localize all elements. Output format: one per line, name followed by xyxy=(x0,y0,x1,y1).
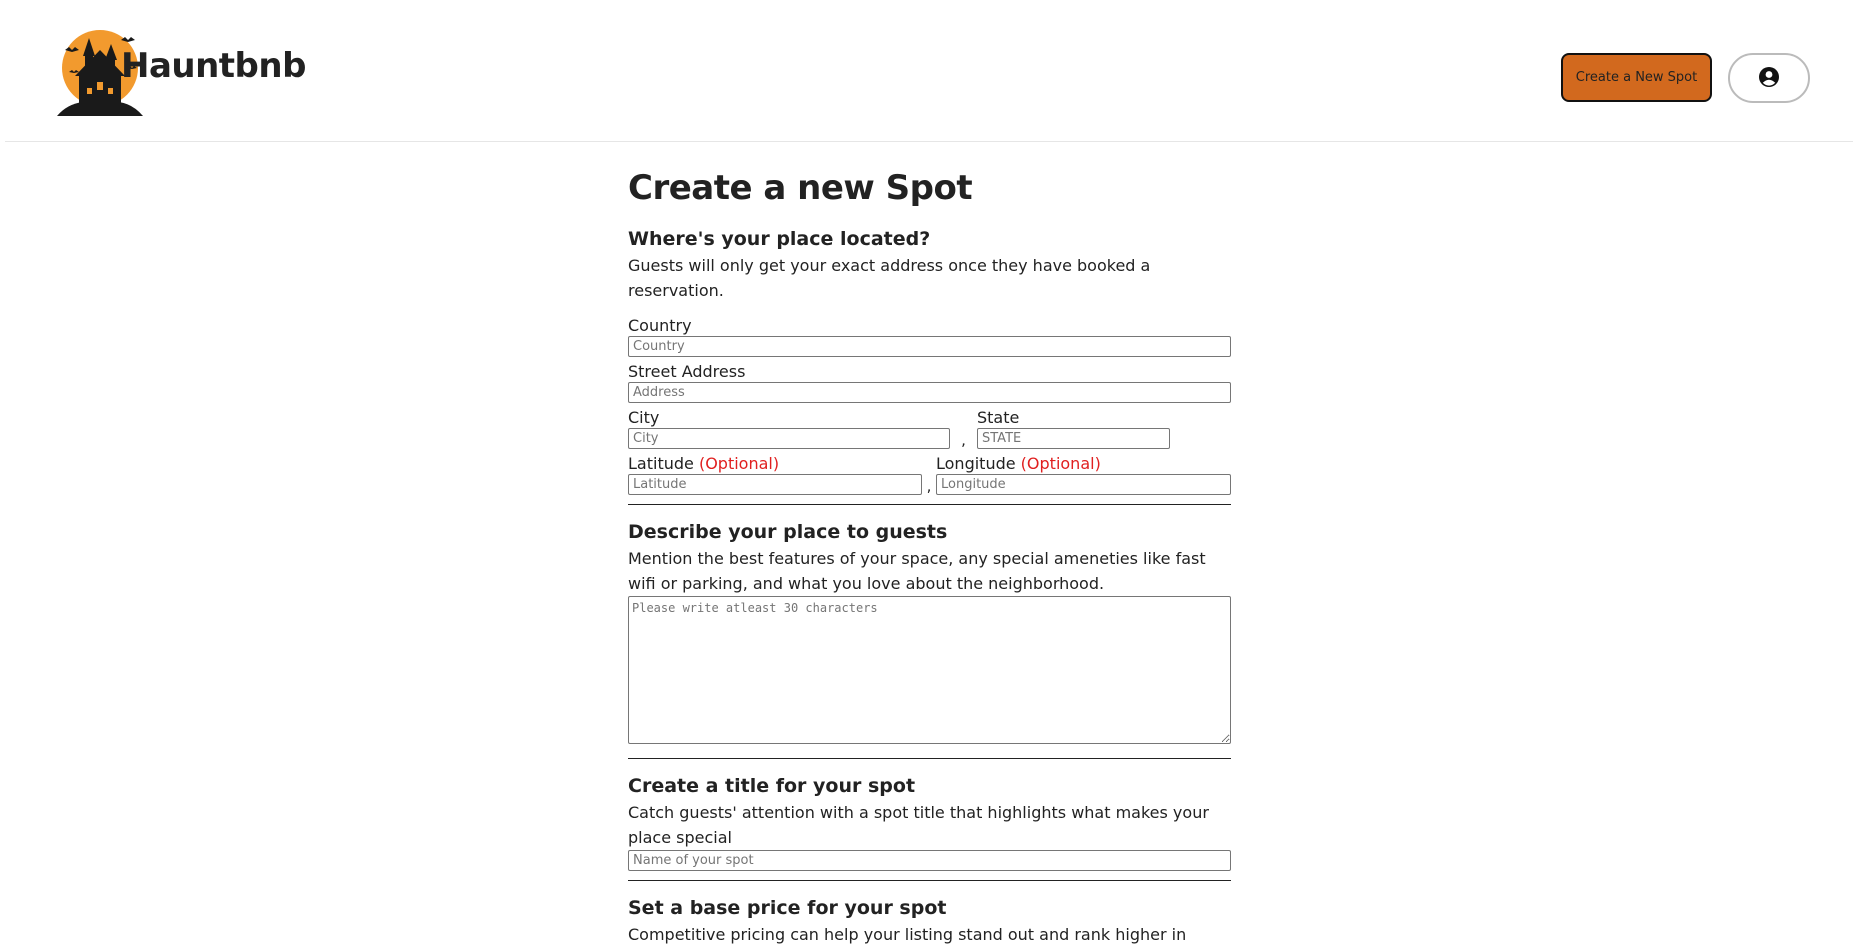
street-address-input[interactable] xyxy=(628,382,1231,403)
title-description: Catch guests' attention with a spot titl… xyxy=(628,803,1209,847)
latitude-label: Latitude (Optional) xyxy=(628,453,922,474)
location-section: Where's your place located? Guests will … xyxy=(628,226,1231,495)
brand-name: Hauntbnb xyxy=(121,46,306,86)
section-divider xyxy=(628,758,1231,759)
latitude-input[interactable] xyxy=(628,474,922,495)
city-state-row: City , State xyxy=(628,407,1231,449)
longitude-label-text: Longitude xyxy=(936,454,1016,473)
country-label: Country xyxy=(628,316,692,335)
title-heading: Create a title for your spot xyxy=(628,775,916,797)
description-heading: Describe your place to guests xyxy=(628,521,948,543)
price-heading: Set a base price for your spot xyxy=(628,897,947,919)
city-input[interactable] xyxy=(628,428,950,449)
longitude-input[interactable] xyxy=(936,474,1231,495)
longitude-optional-tag: (Optional) xyxy=(1020,454,1101,473)
description-textarea[interactable] xyxy=(628,596,1231,744)
section-divider xyxy=(628,880,1231,881)
state-input[interactable] xyxy=(977,428,1170,449)
description-description: Mention the best features of your space,… xyxy=(628,549,1206,593)
city-field: City xyxy=(628,407,950,449)
description-section: Describe your place to guests Mention th… xyxy=(628,519,1231,744)
latitude-label-text: Latitude xyxy=(628,454,694,473)
state-field: State xyxy=(977,407,1170,449)
price-section: Set a base price for your spot Competiti… xyxy=(628,895,1231,947)
profile-menu-button[interactable] xyxy=(1728,53,1810,103)
street-address-label: Street Address xyxy=(628,362,746,381)
lat-lng-separator: , xyxy=(926,477,932,495)
location-heading: Where's your place located? xyxy=(628,228,931,250)
top-nav-bar: Hauntbnb Create a New Spot xyxy=(5,0,1853,142)
page-title: Create a new Spot xyxy=(628,168,973,208)
section-divider xyxy=(628,504,1231,505)
title-section: Create a title for your spot Catch guest… xyxy=(628,773,1231,871)
longitude-label: Longitude (Optional) xyxy=(936,453,1231,474)
user-circle-icon xyxy=(1759,66,1779,90)
country-input[interactable] xyxy=(628,336,1231,357)
city-label: City xyxy=(628,408,660,427)
latitude-optional-tag: (Optional) xyxy=(698,454,780,473)
latitude-field: Latitude (Optional) xyxy=(628,453,922,495)
lat-lng-row: Latitude (Optional) , Longitude (Optiona… xyxy=(628,453,1231,495)
create-new-spot-button[interactable]: Create a New Spot xyxy=(1561,53,1712,102)
spot-name-input[interactable] xyxy=(628,850,1231,871)
city-state-separator: , xyxy=(961,431,966,449)
longitude-field: Longitude (Optional) xyxy=(936,453,1231,495)
create-spot-form: Create a new Spot Where's your place loc… xyxy=(628,160,1231,947)
state-label: State xyxy=(977,408,1020,427)
price-description: Competitive pricing can help your listin… xyxy=(628,925,1187,944)
home-logo-link[interactable]: Hauntbnb xyxy=(57,28,306,118)
location-description: Guests will only get your exact address … xyxy=(628,256,1151,300)
